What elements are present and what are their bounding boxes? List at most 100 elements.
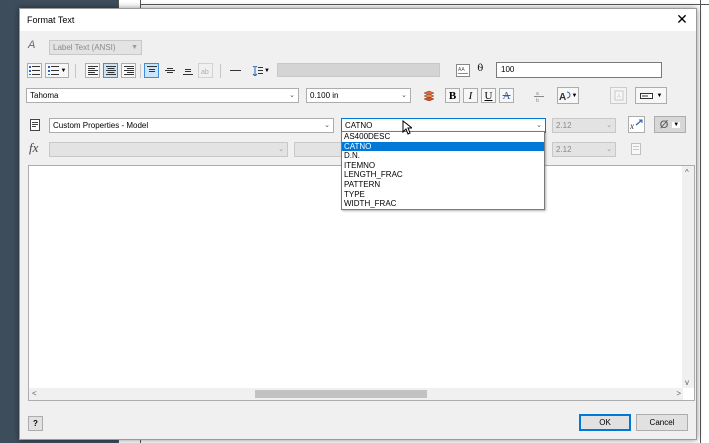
document-icon <box>631 142 641 155</box>
property-type-value: Custom Properties - Model <box>53 121 149 130</box>
symbol-icon: A <box>614 90 623 101</box>
scroll-right-icon[interactable]: > <box>676 389 681 398</box>
align-bottom-button[interactable] <box>180 63 195 78</box>
tracking-value: 100 <box>501 65 515 74</box>
case-button[interactable]: A ▼ <box>557 87 579 104</box>
bullet-list-icon <box>29 66 40 75</box>
align-top-button[interactable] <box>144 63 159 78</box>
precision-value: 2.12 <box>556 121 572 130</box>
align-top-icon <box>146 66 157 72</box>
text-style-select[interactable]: Label Text (ANSI) ▼ <box>49 40 142 55</box>
line-spacing-button[interactable]: ▼ <box>250 63 272 78</box>
diameter-symbol-button[interactable]: Ø ▼ <box>654 116 686 133</box>
align-middle-button[interactable] <box>162 63 177 78</box>
line-spacing-icon <box>252 65 264 76</box>
add-parameter-icon: x <box>630 119 643 131</box>
svg-text:x: x <box>630 121 634 131</box>
dropdown-option-type[interactable]: TYPE <box>342 190 544 200</box>
symbol-button[interactable]: A <box>610 87 627 104</box>
chevron-down-icon: ▼ <box>60 67 67 74</box>
drawing-line <box>700 0 701 443</box>
stack-icon: ab <box>533 91 544 102</box>
function-precision-value: 2.12 <box>556 145 572 154</box>
precision-select[interactable]: 2.12 ⌄ <box>552 118 616 133</box>
help-icon: ? <box>33 419 38 428</box>
cancel-button[interactable]: Cancel <box>636 414 688 431</box>
close-icon[interactable]: ✕ <box>674 11 690 27</box>
stack-text-icon: ab <box>201 69 209 75</box>
add-text-parameter-button[interactable]: x <box>628 116 645 133</box>
align-center-button[interactable] <box>103 63 118 78</box>
function-select[interactable]: ⌄ <box>49 142 288 157</box>
chevron-down-icon: ⌄ <box>324 122 330 129</box>
width-scale-button[interactable]: AA <box>454 62 472 79</box>
text-color-button[interactable] <box>421 88 436 103</box>
underline-label: U <box>484 89 493 102</box>
chevron-down-icon: ▼ <box>131 44 138 51</box>
strikethrough-button[interactable]: A <box>499 88 514 103</box>
toolbar-separator <box>140 64 141 78</box>
svg-text:A: A <box>617 94 621 100</box>
help-button[interactable]: ? <box>28 416 43 431</box>
horizontal-scrollbar[interactable]: < > <box>29 388 683 400</box>
horizontal-scroll-thumb[interactable] <box>255 390 427 398</box>
dropdown-option-catno[interactable]: CATNO <box>342 141 544 152</box>
font-value: Tahoma <box>30 91 59 100</box>
property-type-select[interactable]: Custom Properties - Model ⌄ <box>49 118 334 133</box>
dropdown-option-width-frac[interactable]: WIDTH_FRAC <box>342 199 544 209</box>
cancel-label: Cancel <box>649 418 675 427</box>
numbered-list-button[interactable]: ▼ <box>45 63 69 78</box>
bullet-list-button[interactable] <box>27 63 42 78</box>
align-left-button[interactable] <box>85 63 100 78</box>
width-scale-icon: AA <box>456 64 470 77</box>
font-size-value: 0.100 in <box>310 91 339 100</box>
font-size-select[interactable]: 0.100 in ⌄ <box>306 88 411 103</box>
chevron-down-icon: ⌄ <box>289 92 295 99</box>
stack-button[interactable]: ab <box>531 88 546 103</box>
strikethrough-label: A <box>502 89 511 102</box>
tracking-icon: ⍬ <box>477 62 484 74</box>
function-parameter-select[interactable] <box>294 142 344 157</box>
property-dropdown-list[interactable]: AS400DESC CATNO D.N. ITEMNO LENGTH_FRAC … <box>341 131 545 210</box>
function-icon: fx <box>29 140 39 155</box>
font-select[interactable]: Tahoma ⌄ <box>26 88 299 103</box>
underline-button[interactable]: U <box>481 88 496 103</box>
dialog-title: Format Text <box>27 15 75 25</box>
scroll-up-icon[interactable]: ^ <box>685 168 689 177</box>
rectangle-icon <box>639 93 653 99</box>
chevron-down-icon: ⌄ <box>606 122 612 129</box>
chevron-down-icon: ⌄ <box>606 146 612 153</box>
dropdown-option-pattern[interactable]: PATTERN <box>342 180 544 190</box>
toolbar-separator <box>220 64 221 78</box>
insert-symbol-button[interactable]: ▼ <box>635 87 667 104</box>
add-function-button[interactable] <box>628 140 645 157</box>
stack-text-button[interactable]: ab <box>198 63 213 78</box>
title-bar: Format Text ✕ <box>20 9 696 31</box>
ok-button[interactable]: OK <box>579 414 631 431</box>
vertical-scrollbar[interactable]: ^ v <box>682 166 694 388</box>
italic-button[interactable]: I <box>463 88 478 103</box>
property-value: CATNO <box>345 121 373 130</box>
chevron-down-icon: ▼ <box>571 92 578 99</box>
dropdown-option-itemno[interactable]: ITEMNO <box>342 161 544 171</box>
line-spacing-single-button[interactable] <box>228 63 243 78</box>
align-left-icon <box>87 66 98 75</box>
function-precision-select[interactable]: 2.12 ⌄ <box>552 142 616 157</box>
line-icon <box>230 70 241 71</box>
tracking-input[interactable]: 100 <box>496 62 662 78</box>
chevron-down-icon: ⌄ <box>401 92 407 99</box>
svg-text:AA: AA <box>458 67 465 73</box>
bold-button[interactable]: B <box>445 88 460 103</box>
scroll-down-icon[interactable]: v <box>685 378 689 387</box>
numbered-list-icon <box>47 66 59 75</box>
dropdown-option-dn[interactable]: D.N. <box>342 151 544 161</box>
dropdown-option-as400desc[interactable]: AS400DESC <box>342 132 544 142</box>
dropdown-option-length-frac[interactable]: LENGTH_FRAC <box>342 170 544 180</box>
line-spacing-value-field[interactable] <box>277 63 440 77</box>
scroll-left-icon[interactable]: < <box>32 389 37 398</box>
align-right-button[interactable] <box>121 63 136 78</box>
chevron-down-icon: ▼ <box>656 92 663 99</box>
align-bottom-icon <box>182 69 193 75</box>
mouse-cursor-icon <box>402 120 412 135</box>
case-icon: A <box>559 91 570 101</box>
